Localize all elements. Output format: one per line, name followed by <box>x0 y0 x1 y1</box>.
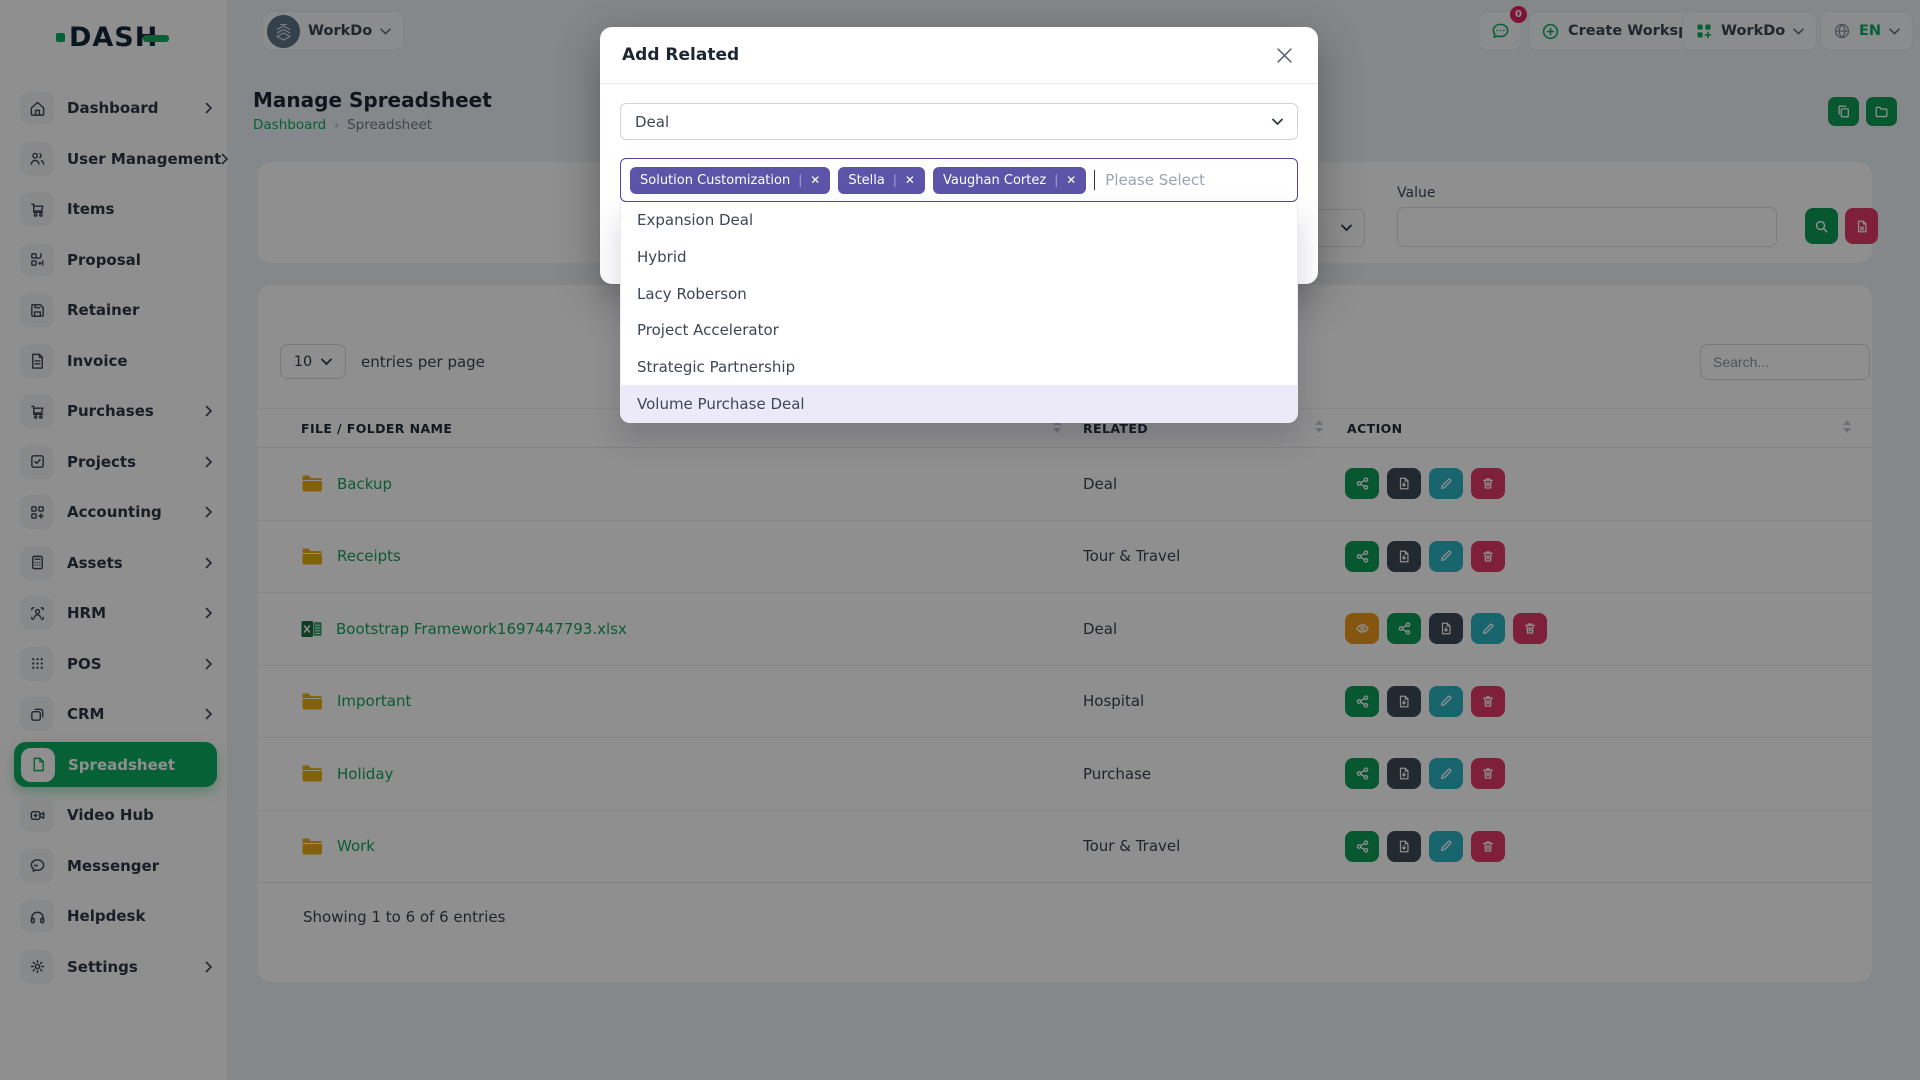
dropdown-option[interactable]: Expansion Deal <box>621 202 1297 239</box>
multiselect-placeholder: Please Select <box>1105 171 1205 189</box>
related-multiselect[interactable]: Solution Customization | ✕ Stella | ✕ Va… <box>620 158 1298 202</box>
dropdown-option[interactable]: Strategic Partnership <box>621 349 1297 386</box>
related-options-dropdown: Expansion Deal Hybrid Lacy Roberson Proj… <box>620 202 1298 423</box>
text-cursor <box>1094 170 1095 190</box>
dropdown-option[interactable]: Lacy Roberson <box>621 275 1297 312</box>
dropdown-option[interactable]: Hybrid <box>621 239 1297 276</box>
dropdown-option-highlighted[interactable]: Volume Purchase Deal <box>621 385 1297 422</box>
selected-tag: Solution Customization | ✕ <box>630 167 830 194</box>
tag-remove-icon[interactable]: ✕ <box>1066 174 1076 186</box>
related-type-select[interactable]: Deal <box>620 103 1298 140</box>
tag-remove-icon[interactable]: ✕ <box>905 174 915 186</box>
selected-tag: Stella | ✕ <box>838 167 925 194</box>
add-related-modal: Add Related Deal Solution Customization … <box>600 27 1318 284</box>
dropdown-option[interactable]: Project Accelerator <box>621 312 1297 349</box>
tag-remove-icon[interactable]: ✕ <box>810 174 820 186</box>
chevron-down-icon <box>1272 118 1283 126</box>
selected-tag: Vaughan Cortez | ✕ <box>933 167 1086 194</box>
modal-title: Add Related <box>622 45 739 65</box>
close-icon[interactable] <box>1273 44 1296 67</box>
